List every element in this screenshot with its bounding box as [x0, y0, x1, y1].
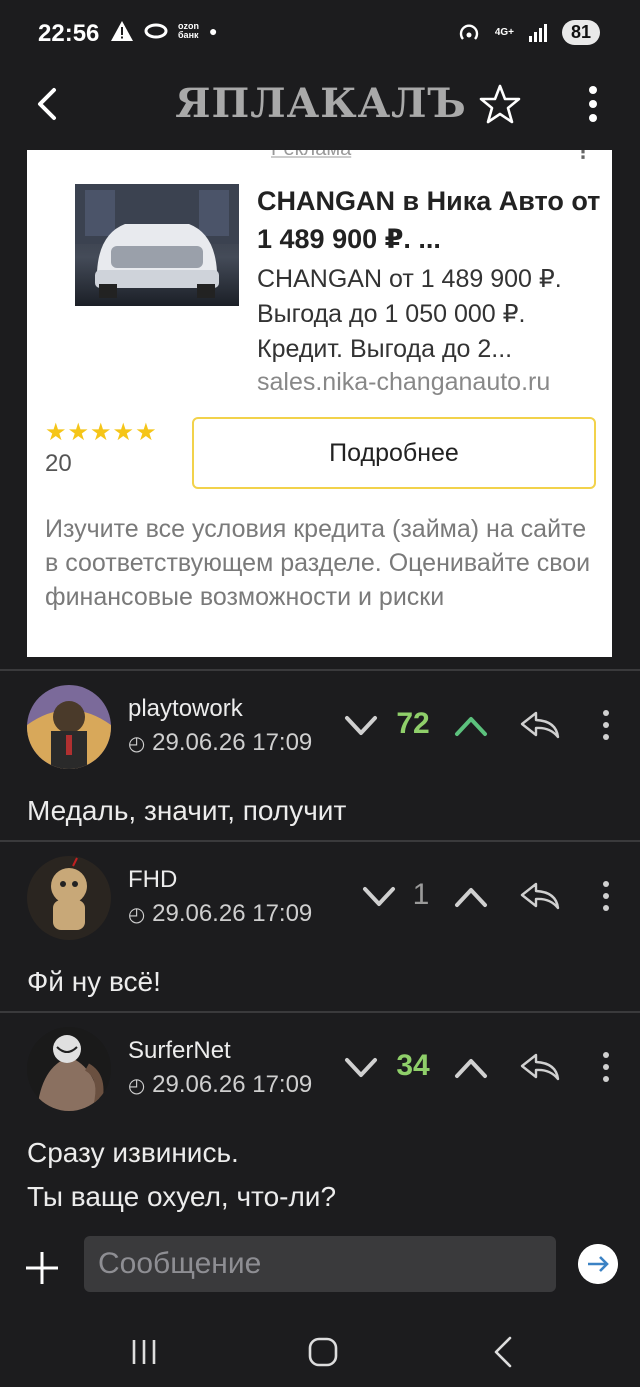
comment-username[interactable]: playtowork [128, 695, 243, 723]
comment-item: FHD ◴ 29.06.26 17:09 1 Фй ну всё! [0, 840, 640, 1012]
ad-card[interactable]: Реклама ⋮ CHANGAN в Ника Авто от 1 489 9… [27, 150, 612, 657]
ad-details-button[interactable]: Подробнее [192, 417, 596, 489]
clock-icon: ◴ [128, 733, 146, 755]
message-input[interactable] [84, 1236, 556, 1292]
app-bar: ЯПЛАКАЛЪ [0, 70, 640, 150]
comment-username[interactable]: FHD [128, 866, 177, 894]
reply-icon[interactable] [518, 1051, 562, 1083]
reply-icon[interactable] [518, 880, 562, 912]
comment-menu-icon[interactable] [596, 707, 616, 743]
ad-label[interactable]: Реклама [271, 150, 351, 161]
warning-icon [111, 21, 133, 41]
status-system-icons: 4G+ 81 [457, 20, 600, 45]
ad-title[interactable]: CHANGAN в Ника Авто от 1 489 900 ₽. ... [257, 182, 602, 258]
vote-down-icon[interactable] [342, 1053, 380, 1083]
comment-text: Медаль, значит, получит [27, 795, 347, 826]
ad-rating-stars: ★★★★★ [45, 419, 158, 446]
reply-icon[interactable] [518, 709, 562, 741]
ad-rating-count: 20 [45, 450, 72, 477]
status-notification-icons: ozon банк ● [110, 20, 217, 42]
vote-down-icon[interactable] [360, 882, 398, 912]
back-arrow-icon[interactable] [28, 84, 68, 124]
comment-username[interactable]: SurferNet [128, 1037, 231, 1065]
comment-item: SurferNet ◴ 29.06.26 17:09 34 Сразу изви… [0, 1011, 640, 1222]
avatar[interactable] [27, 685, 111, 769]
vote-up-icon[interactable] [452, 1053, 490, 1083]
dot-icon: ● [209, 23, 218, 39]
send-arrow-icon[interactable] [578, 1244, 618, 1284]
message-input-bar [0, 1220, 640, 1312]
status-time: 22:56 [38, 20, 100, 47]
ad-description[interactable]: CHANGAN от 1 489 900 ₽. Выгода до 1 050 … [257, 262, 602, 367]
battery-indicator: 81 [562, 20, 600, 45]
comment-text: Фй ну всё! [27, 966, 161, 997]
vote-count: 72 [396, 707, 430, 740]
ozon-bank-label: ozon банк [178, 21, 199, 40]
system-nav-bar [0, 1312, 640, 1387]
vote-up-icon[interactable] [452, 711, 490, 741]
site-logo[interactable]: ЯПЛАКАЛЪ [175, 76, 466, 130]
more-vertical-icon[interactable] [575, 80, 611, 128]
clock-icon: ◴ [128, 1075, 146, 1097]
recent-apps-icon[interactable] [124, 1332, 164, 1372]
clock-icon: ◴ [128, 904, 146, 926]
comment-item: playtowork ◴ 29.06.26 17:09 72 Медаль, з… [0, 669, 640, 841]
comment-date: ◴ 29.06.26 17:09 [128, 900, 313, 927]
comment-date: ◴ 29.06.26 17:09 [128, 1071, 313, 1098]
status-bar: 22:56 ozon банк ● 4G+ 81 [0, 0, 640, 70]
vote-down-icon[interactable] [342, 711, 380, 741]
star-icon[interactable] [478, 82, 522, 126]
vote-up-icon[interactable] [452, 882, 490, 912]
system-back-icon[interactable] [484, 1332, 524, 1372]
comment-date: ◴ 29.06.26 17:09 [128, 729, 313, 756]
home-icon[interactable] [303, 1332, 343, 1372]
ad-menu-icon[interactable]: ⋮ [574, 150, 592, 163]
hotspot-icon [459, 24, 478, 40]
ad-disclaimer: Изучите все условия кредита (займа) на с… [45, 515, 591, 611]
vote-count: 34 [396, 1049, 430, 1082]
ad-car-image[interactable] [75, 184, 239, 306]
vote-count: 1 [412, 878, 430, 911]
ad-url[interactable]: sales.nika-changanauto.ru [257, 368, 550, 397]
avatar[interactable] [27, 856, 111, 940]
comment-text: Сразу извинись. Ты ваще охуел, что-ли? [27, 1137, 337, 1212]
attach-plus-icon[interactable] [22, 1248, 62, 1288]
ozon-logo-icon [144, 23, 168, 39]
network-type: 4G+ [494, 26, 514, 38]
avatar[interactable] [27, 1027, 111, 1111]
comment-menu-icon[interactable] [596, 1049, 616, 1085]
comment-menu-icon[interactable] [596, 878, 616, 914]
signal-icon [529, 23, 547, 42]
